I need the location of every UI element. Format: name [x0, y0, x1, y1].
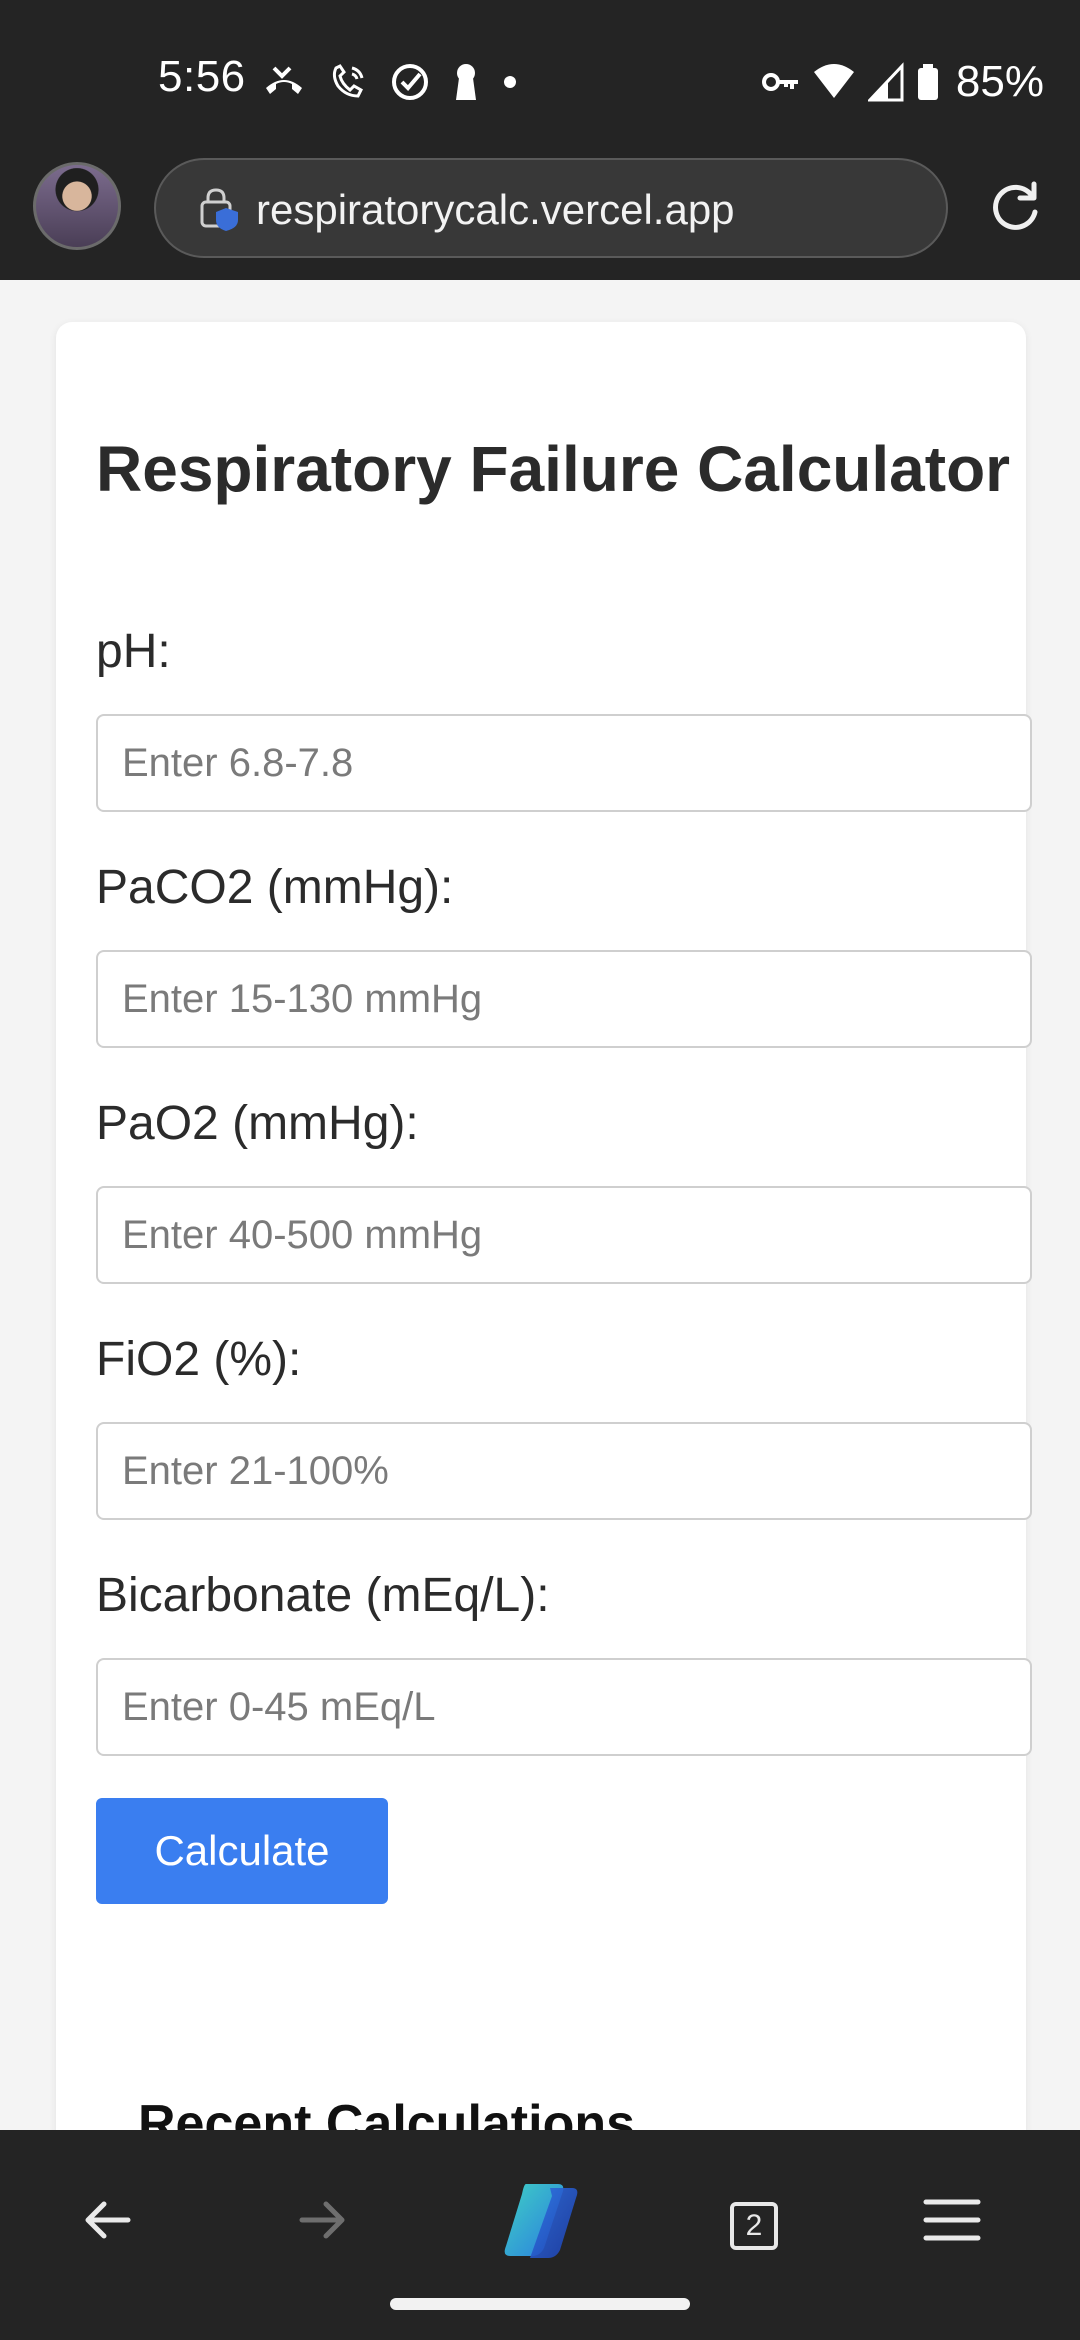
- paco2-label: PaCO2 (mmHg):: [96, 861, 454, 914]
- recent-calculations-heading: Recent Calculations: [138, 2095, 636, 2130]
- back-arrow-icon[interactable]: [70, 2180, 150, 2260]
- battery-percent: 85%: [955, 57, 1044, 106]
- pao2-input[interactable]: [96, 1186, 1032, 1284]
- wifi-call-icon: [332, 64, 364, 98]
- profile-avatar[interactable]: [33, 162, 121, 250]
- calculate-button[interactable]: Calculate: [96, 1798, 388, 1904]
- calculator-card: Respiratory Failure Calculator pH: PaCO2…: [56, 322, 1032, 2130]
- vpn-key-icon: [761, 73, 798, 91]
- app-root: 5:56 85% respiratorycalc.vercel.app Resp…: [0, 0, 1080, 2340]
- status-icons-right: 85%: [760, 57, 1044, 106]
- check-circle-icon: [392, 64, 428, 100]
- ph-label: pH:: [96, 625, 171, 678]
- url-text: respiratorycalc.vercel.app: [256, 186, 735, 233]
- page-title: Respiratory Failure Calculator: [96, 433, 1011, 505]
- ph-input[interactable]: [96, 714, 1032, 812]
- web-page: Respiratory Failure Calculator pH: PaCO2…: [0, 280, 1080, 2130]
- missed-call-icon: [266, 66, 302, 94]
- bicarbonate-input[interactable]: [96, 1658, 1032, 1756]
- forward-arrow-icon[interactable]: [284, 2180, 364, 2260]
- pao2-label: PaO2 (mmHg):: [96, 1097, 419, 1150]
- site-security-icon[interactable]: [196, 186, 242, 232]
- fio2-input[interactable]: [96, 1422, 1032, 1520]
- signal-icon: [867, 62, 904, 102]
- wifi-icon: [813, 64, 854, 98]
- fio2-label: FiO2 (%):: [96, 1333, 302, 1386]
- reload-icon[interactable]: [986, 178, 1044, 236]
- notification-dot-icon: [504, 76, 516, 88]
- battery-icon: [917, 64, 938, 100]
- copilot-icon[interactable]: [496, 2176, 584, 2264]
- paco2-input[interactable]: [96, 950, 1032, 1048]
- status-time: 5:56: [158, 52, 246, 101]
- keyhole-icon: [456, 64, 476, 100]
- browser-bottom-nav: 2: [0, 2130, 1080, 2340]
- browser-toolbar: respiratorycalc.vercel.app: [0, 150, 1080, 280]
- menu-icon[interactable]: [912, 2180, 992, 2260]
- address-bar[interactable]: respiratorycalc.vercel.app: [154, 158, 948, 258]
- status-icons-left: [262, 60, 518, 104]
- bicarbonate-label: Bicarbonate (mEq/L):: [96, 1569, 550, 1622]
- status-bar: 5:56 85%: [0, 0, 1080, 150]
- home-indicator[interactable]: [390, 2298, 690, 2310]
- tabs-count-button[interactable]: 2: [730, 2202, 778, 2250]
